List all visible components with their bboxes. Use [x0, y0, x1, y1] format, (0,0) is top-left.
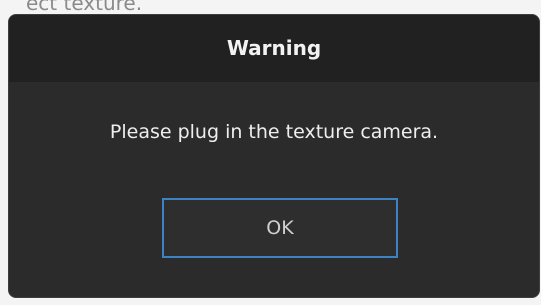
dialog-title: Warning — [226, 35, 322, 60]
dialog-title-bar: Warning — [9, 15, 539, 82]
dialog-message: Please plug in the texture camera. — [109, 121, 439, 143]
ok-button-label: OK — [266, 217, 294, 239]
ok-button[interactable]: OK — [162, 198, 398, 258]
warning-dialog: Warning Please plug in the texture camer… — [8, 14, 540, 298]
background-partial-text: ect texture. — [26, 0, 143, 15]
